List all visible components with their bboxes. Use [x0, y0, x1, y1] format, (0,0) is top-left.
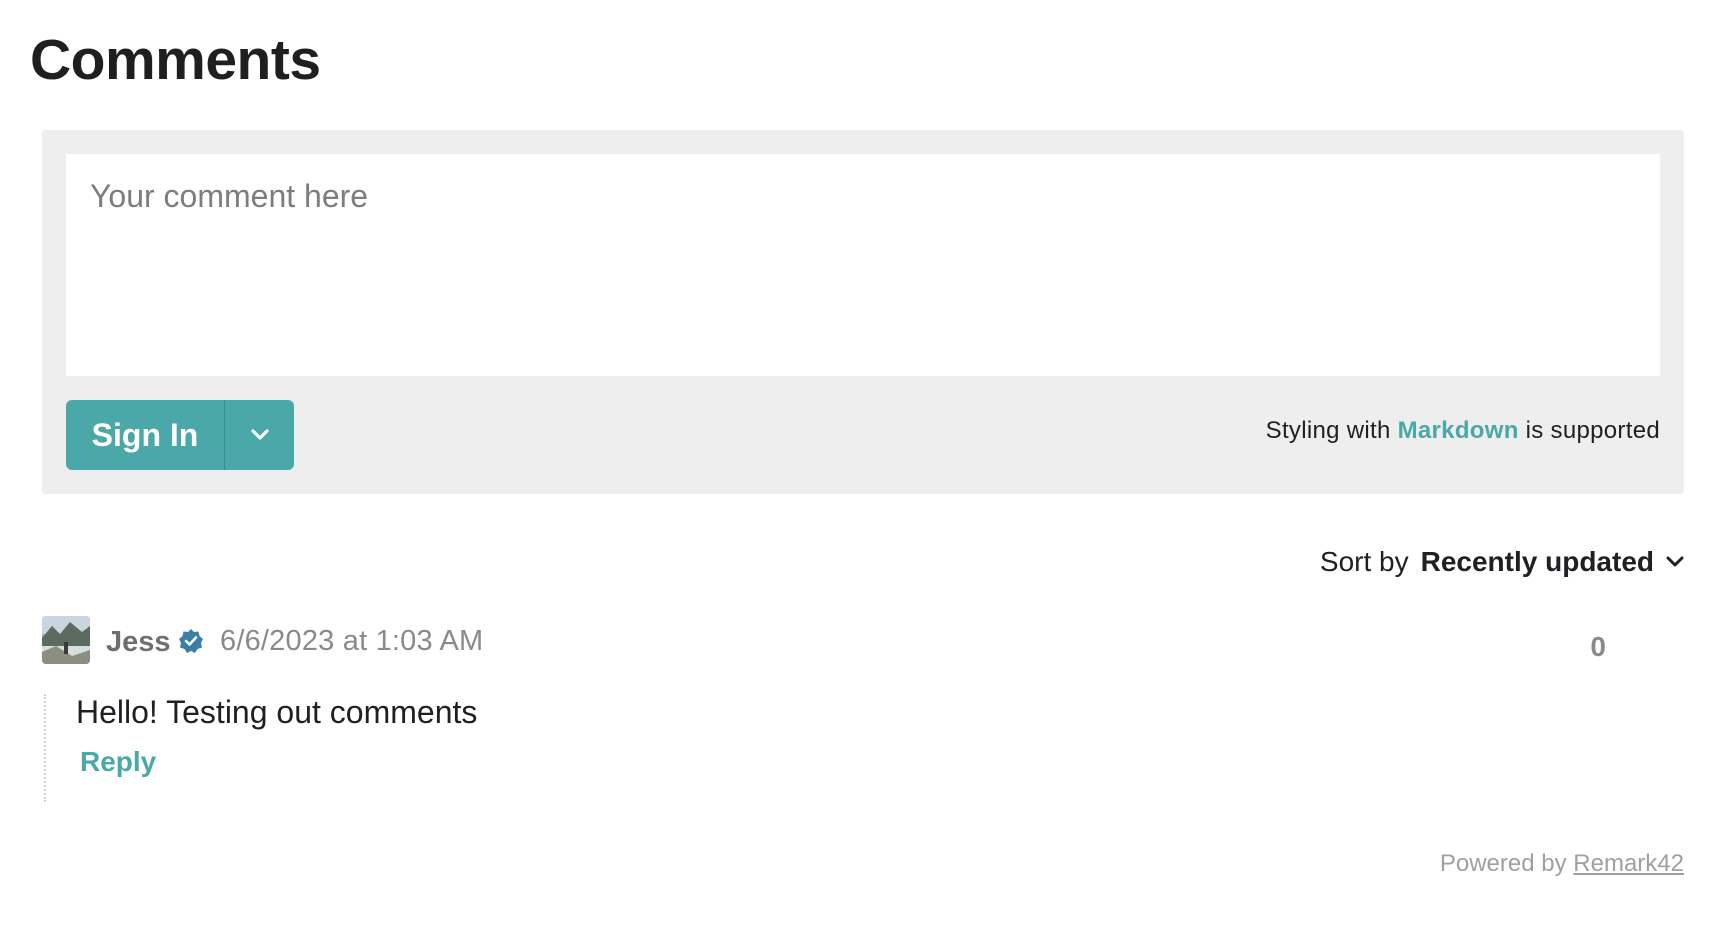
sort-label: Sort by	[1319, 546, 1409, 577]
signin-button[interactable]: Sign In	[66, 400, 224, 470]
signin-dropdown-button[interactable]	[225, 400, 294, 470]
signin-button-group: Sign In	[66, 400, 294, 470]
comment-score: 0	[1590, 631, 1606, 662]
avatar-image	[42, 616, 90, 664]
sort-select[interactable]: Recently updated	[1421, 546, 1684, 578]
thread-line	[44, 694, 46, 802]
comment-text: Hello! Testing out comments	[76, 694, 478, 730]
comment-input[interactable]	[66, 154, 1660, 376]
comment-timestamp[interactable]: 6/6/2023 at 1:03 AM	[220, 625, 483, 658]
remark42-link[interactable]: Remark42	[1573, 850, 1684, 877]
footer: Powered by Remark42	[1440, 850, 1684, 878]
comment-form: Sign In Styling with Markdown is support…	[42, 130, 1684, 494]
comment-author[interactable]: Jess	[106, 626, 171, 659]
reply-button[interactable]: Reply	[80, 746, 156, 778]
markdown-prefix: Styling with	[1265, 417, 1391, 444]
page-title: Comments	[30, 28, 321, 92]
footer-prefix: Powered by	[1439, 850, 1567, 877]
sort-control: Sort by Recently updated	[1320, 546, 1684, 578]
sort-value: Recently updated	[1420, 546, 1654, 577]
markdown-link[interactable]: Markdown	[1398, 417, 1519, 444]
chevron-down-icon	[250, 429, 269, 440]
markdown-note: Styling with Markdown is supported	[1266, 417, 1660, 445]
verified-badge-icon	[178, 628, 204, 659]
comments-widget: Comments Sign In Styling with Markdown i…	[0, 0, 1712, 928]
markdown-suffix: is supported	[1525, 417, 1660, 444]
chevron-down-icon	[1666, 556, 1684, 567]
avatar[interactable]	[42, 616, 90, 664]
